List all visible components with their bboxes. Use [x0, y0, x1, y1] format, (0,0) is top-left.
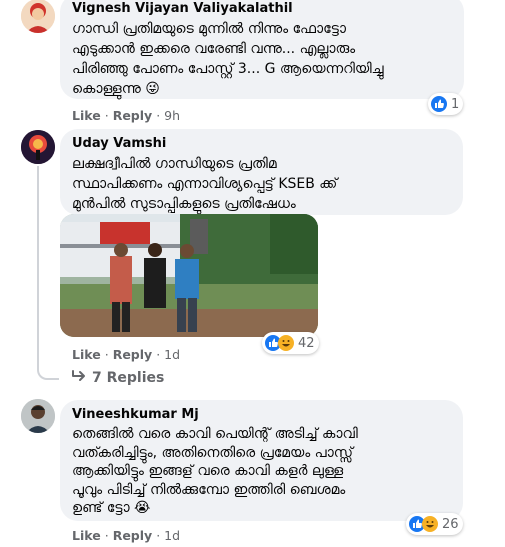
reaction-count: 42: [298, 335, 315, 351]
reply-button[interactable]: Reply: [113, 347, 152, 362]
avatar[interactable]: [21, 130, 55, 164]
reaction-count: 1: [451, 96, 460, 112]
avatar[interactable]: [21, 399, 55, 433]
replies-label: 7 Replies: [92, 370, 165, 386]
like-button[interactable]: Like: [72, 528, 101, 543]
comment-bubble: Uday Vamshi ലക്ഷദ്വീപിൽ ഗാന്ധിയുടെ പ്രതി…: [60, 129, 463, 215]
reply-button[interactable]: Reply: [113, 108, 152, 123]
comment-photo[interactable]: [60, 214, 318, 337]
comment-author[interactable]: Vineeshkumar Mj: [72, 407, 451, 423]
haha-reaction-icon: [278, 335, 294, 351]
like-reaction-icon: [431, 96, 447, 112]
reply-arrow-icon: [72, 370, 86, 386]
comment-actions: Like · Reply · 1d: [72, 347, 181, 362]
haha-reaction-icon: [422, 516, 438, 532]
comment-actions: Like · Reply · 9h: [72, 108, 181, 123]
comment-text: ഗാന്ധി പ്രതിമയുടെ മുന്നിൽ നിന്നും ഫോട്ടോ…: [72, 21, 384, 97]
thread-line: [37, 166, 39, 370]
reaction-count: 26: [442, 516, 459, 532]
comment-text: ലക്ഷദ്വീപിൽ ഗാന്ധിയുടെ പ്രതിമ സ്ഥാപിക്കണ…: [72, 156, 338, 212]
thread-line: [37, 368, 59, 380]
comment-bubble: Vignesh Vijayan Valiyakalathil ഗാന്ധി പ്…: [60, 0, 464, 99]
comment-time[interactable]: 1d: [164, 347, 180, 362]
comment-time[interactable]: 1d: [164, 528, 180, 543]
like-button[interactable]: Like: [72, 108, 101, 123]
reaction-summary[interactable]: 42: [262, 332, 319, 354]
comment-text: തെങ്ങിൽ വരെ കാവി പെയിന്റ് അടിച്ച് കാവി വ…: [72, 426, 358, 516]
comment-author[interactable]: Uday Vamshi: [72, 136, 451, 152]
comment-actions: Like · Reply · 1d: [72, 528, 181, 543]
comment-bubble: Vineeshkumar Mj തെങ്ങിൽ വരെ കാവി പെയിന്റ…: [60, 400, 463, 521]
avatar[interactable]: [21, 0, 55, 33]
comment-time[interactable]: 9h: [164, 108, 180, 123]
reaction-summary[interactable]: 1: [428, 93, 464, 115]
comment-author[interactable]: Vignesh Vijayan Valiyakalathil: [72, 1, 452, 17]
reaction-summary[interactable]: 26: [406, 513, 463, 535]
like-button[interactable]: Like: [72, 347, 101, 362]
view-replies-button[interactable]: 7 Replies: [72, 370, 164, 386]
reply-button[interactable]: Reply: [113, 528, 152, 543]
